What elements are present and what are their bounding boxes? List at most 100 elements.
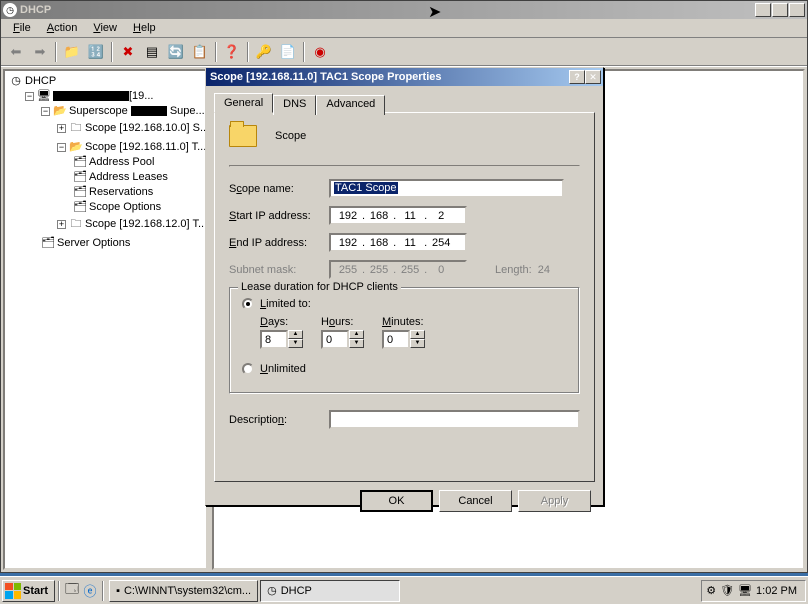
minimize-button[interactable]: _	[755, 3, 771, 17]
hours-label: Hours:	[321, 316, 364, 328]
radio-unlimited-row[interactable]: Unlimited	[242, 363, 567, 375]
scope-header: Scope	[229, 125, 580, 147]
start-button[interactable]: Start	[2, 580, 55, 602]
system-tray: ⚙ 🛡 🖥 1:02 PM	[701, 580, 806, 602]
radio-unlimited-label: Unlimited	[260, 363, 306, 375]
maximize-button[interactable]: ❐	[772, 3, 788, 17]
label-scope-name: Scope name:	[229, 183, 329, 195]
ie-icon[interactable]: ⓔ	[81, 582, 99, 600]
delete-button[interactable]: ✖	[117, 41, 139, 63]
dialog-buttons: OK Cancel Apply	[214, 490, 595, 512]
ok-button[interactable]: OK	[360, 490, 433, 512]
tree-scope-1[interactable]: +🗀Scope [192.168.10.0] S...	[7, 118, 204, 139]
expand-icon[interactable]: +	[57, 124, 66, 133]
cmd-icon: ▪	[116, 585, 120, 597]
tree-scope-2[interactable]: −📂Scope [192.168.11.0] T...	[7, 139, 204, 154]
up-button[interactable]: 📁	[61, 41, 83, 63]
tab-dns[interactable]: DNS	[273, 95, 316, 115]
tree-server[interactable]: −🖥[19...	[7, 88, 204, 103]
hours-group: Hours: ▲▼	[321, 316, 364, 349]
days-label: Days:	[260, 316, 303, 328]
minutes-input[interactable]	[382, 330, 410, 349]
end-ip-input[interactable]: 192. 168. 11. 254	[329, 233, 467, 252]
label-description: Description:	[229, 414, 329, 426]
dhcp-icon: ◷	[9, 74, 23, 87]
row-start-ip: Start IP address: 192. 168. 11. 2	[229, 206, 580, 225]
collapse-icon[interactable]: −	[57, 143, 66, 152]
expand-icon[interactable]: +	[57, 220, 66, 229]
clock[interactable]: 1:02 PM	[756, 585, 797, 597]
taskbar-dhcp[interactable]: ◷ DHCP	[260, 580, 400, 602]
tool-icon-a[interactable]: 🔑	[253, 41, 275, 63]
pool-icon: 🗂	[73, 155, 87, 168]
radio-unlimited[interactable]	[242, 363, 254, 375]
stop-icon[interactable]: ◉	[309, 41, 331, 63]
main-title: DHCP	[20, 4, 755, 16]
description-input[interactable]	[329, 410, 580, 429]
radio-limited[interactable]	[242, 298, 254, 310]
tray-icon-1[interactable]: ⚙	[706, 584, 716, 597]
minutes-up[interactable]: ▲	[410, 330, 425, 339]
refresh-button[interactable]: 🔄	[165, 41, 187, 63]
scope-open-icon: 📂	[69, 140, 83, 153]
apply-button[interactable]: Apply	[518, 490, 591, 512]
days-up[interactable]: ▲	[288, 330, 303, 339]
scope-header-label: Scope	[275, 130, 306, 142]
show-desktop-icon[interactable]: 🗔	[63, 582, 81, 600]
tab-advanced[interactable]: Advanced	[316, 95, 385, 115]
tree-root[interactable]: ◷DHCP	[7, 73, 204, 88]
tray-icon-3[interactable]: 🖥	[738, 584, 752, 597]
cancel-button[interactable]: Cancel	[439, 490, 512, 512]
forward-button[interactable]: ➡	[29, 41, 51, 63]
dhcp-task-icon: ◷	[267, 584, 277, 597]
minutes-down[interactable]: ▼	[410, 339, 425, 348]
hours-down[interactable]: ▼	[349, 339, 364, 348]
properties-button[interactable]: ▤	[141, 41, 163, 63]
options-icon: 🗂	[73, 200, 87, 213]
start-ip-input[interactable]: 192. 168. 11. 2	[329, 206, 467, 225]
dialog-title: Scope [192.168.11.0] TAC1 Scope Properti…	[208, 71, 569, 83]
menu-help[interactable]: Help	[125, 20, 164, 36]
show-hide-button[interactable]: 🔢	[85, 41, 107, 63]
tree-superscope[interactable]: −📂Superscope Supe...	[7, 103, 204, 118]
scope-name-input[interactable]: TAC1 Scope	[329, 179, 564, 198]
tray-icon-2[interactable]: 🛡	[720, 584, 734, 597]
lease-duration-group: Lease duration for DHCP clients Limited …	[229, 287, 580, 394]
taskbar-cmd[interactable]: ▪ C:\WINNT\system32\cm...	[109, 580, 258, 602]
row-subnet-mask: Subnet mask: 255. 255. 255. 0 Length: 24	[229, 260, 580, 279]
back-button[interactable]: ⬅	[5, 41, 27, 63]
main-titlebar: ◷ DHCP _ ❐ ✕	[1, 1, 807, 19]
tree-address-leases[interactable]: 🗂Address Leases	[7, 169, 204, 184]
menu-view[interactable]: View	[85, 20, 125, 36]
tab-general[interactable]: General	[214, 93, 273, 113]
tree-reservations[interactable]: 🗂Reservations	[7, 184, 204, 199]
tree-server-options[interactable]: 🗂Server Options	[7, 235, 204, 250]
close-button[interactable]: ✕	[789, 3, 805, 17]
tool-icon-b[interactable]: 📄	[277, 41, 299, 63]
tree-address-pool[interactable]: 🗂Address Pool	[7, 154, 204, 169]
radio-limited-row[interactable]: Limited to:	[242, 298, 567, 310]
hours-input[interactable]	[321, 330, 349, 349]
tree-panel: ◷DHCP −🖥[19... −📂Superscope Supe... +🗀Sc…	[3, 69, 208, 570]
redacted-text	[131, 106, 167, 116]
minutes-group: Minutes: ▲▼	[382, 316, 425, 349]
menu-file[interactable]: File	[5, 20, 39, 36]
days-down[interactable]: ▼	[288, 339, 303, 348]
tree-scope-3[interactable]: +🗀Scope [192.168.12.0] T...	[7, 214, 204, 235]
export-button[interactable]: 📋	[189, 41, 211, 63]
scope-folder-icon	[229, 125, 257, 147]
days-input[interactable]	[260, 330, 288, 349]
menu-action[interactable]: Action	[39, 20, 86, 36]
dialog-close-button[interactable]: ✕	[585, 70, 601, 84]
help-button[interactable]: ❓	[221, 41, 243, 63]
windows-logo-icon	[5, 583, 21, 599]
redacted-text	[53, 91, 129, 101]
collapse-icon[interactable]: −	[41, 107, 50, 116]
collapse-icon[interactable]: −	[25, 92, 34, 101]
hours-up[interactable]: ▲	[349, 330, 364, 339]
tab-strip: General DNS Advanced	[214, 93, 595, 113]
dialog-help-button[interactable]: ?	[569, 70, 585, 84]
tree-scope-options[interactable]: 🗂Scope Options	[7, 199, 204, 214]
reservations-icon: 🗂	[73, 185, 87, 198]
row-scope-name: Scope name: TAC1 Scope	[229, 179, 580, 198]
